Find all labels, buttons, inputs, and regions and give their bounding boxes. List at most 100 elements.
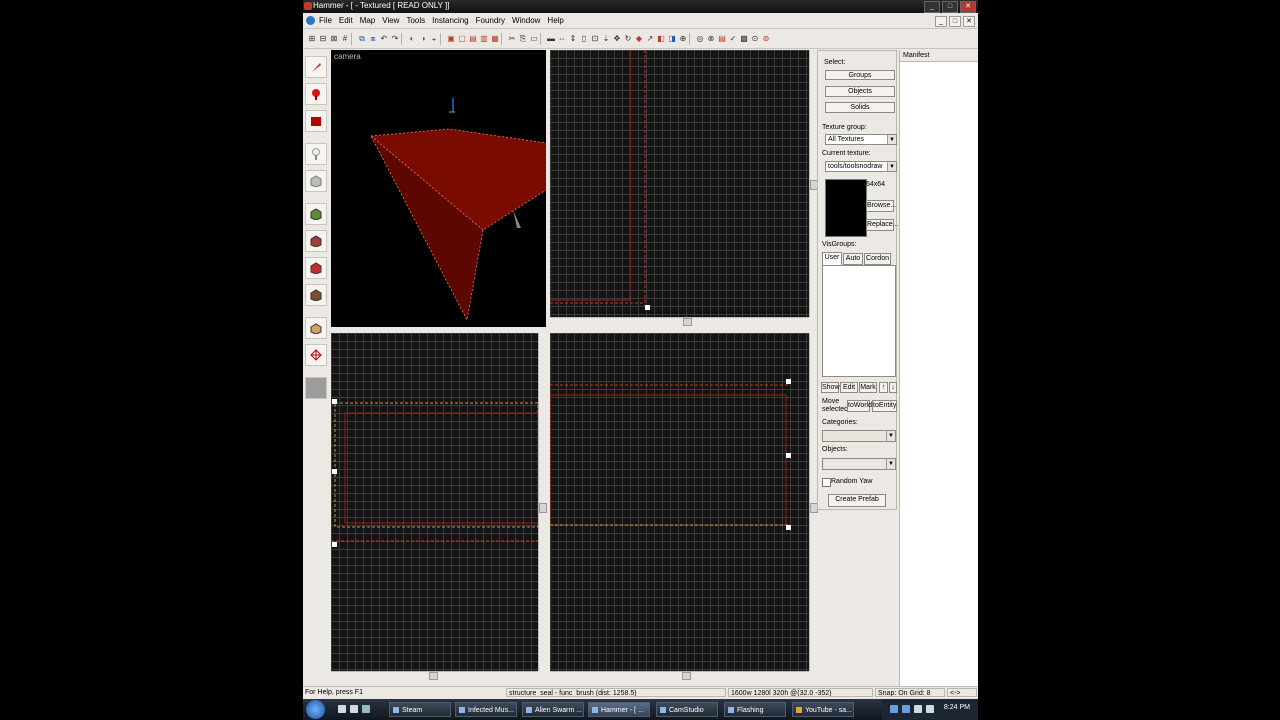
tab-auto[interactable]: Auto	[843, 253, 863, 265]
show-icon[interactable]: ◑	[418, 33, 428, 45]
select-box-icon[interactable]: ▯	[579, 33, 589, 45]
categories-select[interactable]: ▼	[822, 430, 896, 442]
menu-window[interactable]: Window	[512, 16, 540, 25]
tool-apply-texture[interactable]	[305, 230, 327, 252]
quick-launch-icon[interactable]	[362, 705, 370, 713]
visgroup-edit-button[interactable]: Edit	[840, 382, 858, 393]
tool-magnify[interactable]	[305, 83, 327, 105]
flip-h-icon[interactable]: ⇔	[557, 33, 567, 45]
tray-icon[interactable]	[890, 705, 898, 713]
overlay-icon[interactable]: ◨	[667, 33, 677, 45]
grid-smaller-icon[interactable]: ⊟	[318, 33, 328, 45]
tool-camera[interactable]	[305, 110, 327, 132]
to-entity-button[interactable]: toEntity	[872, 400, 897, 412]
create-prefab-button[interactable]: Create Prefab	[828, 494, 886, 507]
show-desktop-icon[interactable]	[338, 705, 346, 713]
clip-icon[interactable]: ▤	[468, 33, 478, 45]
menu-foundry[interactable]: Foundry	[476, 16, 505, 25]
menu-instancing[interactable]: Instancing	[432, 16, 468, 25]
tool-entity[interactable]	[305, 143, 327, 165]
move-down-button[interactable]: ↓	[889, 382, 897, 393]
instance-icon[interactable]: ⊙	[750, 33, 760, 45]
current-texture-select[interactable]: tools/toolsnodraw ▼	[825, 161, 897, 172]
mdi-close-button[interactable]: ✕	[963, 16, 975, 27]
hollow-icon[interactable]: ▢	[457, 33, 467, 45]
group-icon[interactable]: ⧉	[357, 33, 367, 45]
tool-vertex[interactable]	[305, 344, 327, 366]
select-solids-button[interactable]: Solids	[825, 102, 895, 113]
viewport-front[interactable]	[331, 333, 538, 671]
carve-icon[interactable]: ▣	[446, 33, 456, 45]
tab-cordon[interactable]: Cordon	[864, 253, 891, 265]
task-youtube[interactable]: YouTube - sa...	[792, 702, 854, 717]
viewport-top[interactable]	[550, 50, 809, 317]
mdi-minimize-button[interactable]: _	[935, 16, 947, 27]
visgroup-list[interactable]	[822, 265, 896, 377]
menu-tools[interactable]: Tools	[406, 16, 425, 25]
task-camstudio[interactable]: CamStudio	[656, 702, 718, 717]
viewport-front-vscroll[interactable]	[538, 333, 547, 671]
task-infected[interactable]: Infected Mus...	[455, 702, 517, 717]
close-button[interactable]: ✕	[960, 1, 976, 13]
menu-file[interactable]: File	[319, 16, 332, 25]
quick-launch-icon[interactable]	[350, 705, 358, 713]
select-groups-button[interactable]: Groups	[825, 70, 895, 80]
rotate-icon[interactable]: ↻	[623, 33, 633, 45]
viewport-side[interactable]	[550, 333, 809, 671]
hide-icon[interactable]: ◐	[407, 33, 417, 45]
move-up-button[interactable]: ↑	[879, 382, 888, 393]
run-map-icon[interactable]: ▤	[717, 33, 727, 45]
mdi-restore-button[interactable]: □	[949, 16, 961, 27]
task-steam[interactable]: Steam	[389, 702, 451, 717]
align-icon[interactable]: ▬	[546, 33, 556, 45]
browse-button[interactable]: Browse...	[866, 200, 896, 212]
objects-select[interactable]: ▼	[822, 458, 896, 470]
tray-icon[interactable]	[926, 705, 934, 713]
check-icon[interactable]: ✓	[728, 33, 738, 45]
tab-user[interactable]: User	[822, 252, 842, 265]
replace-button[interactable]: Replace...	[866, 219, 899, 231]
tool-block[interactable]	[305, 170, 327, 192]
maximize-button[interactable]: □	[942, 1, 958, 13]
copy-icon[interactable]: ⎘	[518, 33, 528, 45]
visgroup-icon[interactable]: ◒	[429, 33, 439, 45]
document-icon[interactable]	[306, 16, 315, 25]
viewport-front-hscroll[interactable]	[331, 671, 538, 680]
title-bar[interactable]: Hammer - [ - Textured [ READ ONLY ]] _ □…	[303, 0, 978, 13]
task-alien-swarm[interactable]: Alien Swarm ...	[522, 702, 584, 717]
camera-viewport[interactable]: camera	[331, 50, 546, 327]
viewport-top-hscroll[interactable]	[550, 317, 809, 326]
brush-icon[interactable]: ◧	[656, 33, 666, 45]
minimize-button[interactable]: _	[924, 1, 940, 13]
cordon-icon[interactable]: ▩	[739, 33, 749, 45]
decal-icon[interactable]: ⊕	[678, 33, 688, 45]
help-icon[interactable]: ⊛	[761, 33, 771, 45]
visgroup-mark-button[interactable]: Mark	[859, 382, 877, 393]
tool-overlay[interactable]	[305, 284, 327, 306]
scale-icon[interactable]: ⊡	[590, 33, 600, 45]
flip-v-icon[interactable]: ⇕	[568, 33, 578, 45]
face-icon[interactable]: ▦	[490, 33, 500, 45]
undo-icon[interactable]: ↶	[379, 33, 389, 45]
task-hammer[interactable]: Hammer - [ ...	[588, 702, 650, 717]
menu-edit[interactable]: Edit	[339, 16, 353, 25]
compile-icon[interactable]: ⊗	[706, 33, 716, 45]
menu-help[interactable]: Help	[547, 16, 563, 25]
texture-lock-icon[interactable]: ⇣	[601, 33, 611, 45]
task-flashing[interactable]: Flashing	[724, 702, 786, 717]
sphere-icon[interactable]: ◎	[695, 33, 705, 45]
texture-group-select[interactable]: All Textures ▼	[825, 134, 897, 145]
tray-icon[interactable]	[914, 705, 922, 713]
grid-larger-icon[interactable]: ⊠	[329, 33, 339, 45]
tool-texture[interactable]	[305, 203, 327, 225]
grid-icon[interactable]: ⊞	[307, 33, 317, 45]
cut-icon[interactable]: ✂	[507, 33, 517, 45]
start-orb-icon[interactable]	[306, 700, 325, 719]
vertex-icon[interactable]: ▥	[479, 33, 489, 45]
tool-decal[interactable]	[305, 257, 327, 279]
ungroup-icon[interactable]: ⧈	[368, 33, 378, 45]
grid-3d-icon[interactable]: #	[340, 33, 350, 45]
visgroup-show-button[interactable]: Show	[821, 382, 840, 393]
paste-icon[interactable]: ▭	[529, 33, 539, 45]
to-world-button[interactable]: toWorld	[847, 400, 872, 412]
